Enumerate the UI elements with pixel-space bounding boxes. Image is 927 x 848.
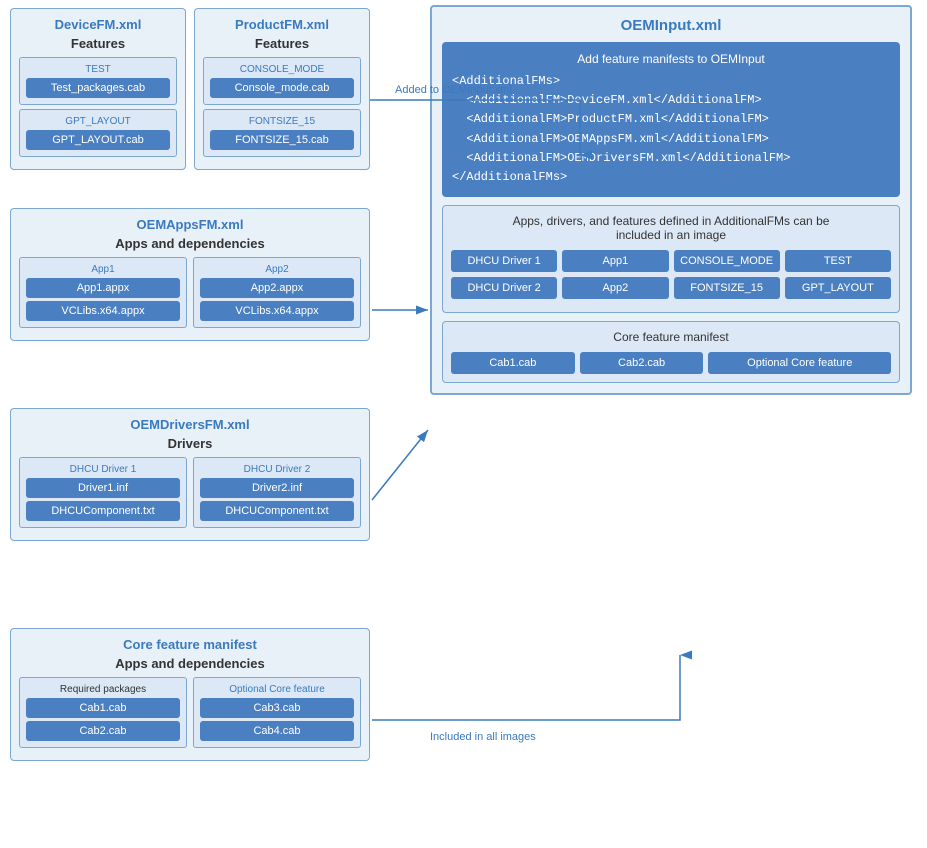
vclibs-x64-app2-btn[interactable]: VCLibs.x64.appx bbox=[200, 301, 354, 321]
test-grid-btn[interactable]: TEST bbox=[785, 250, 891, 272]
oemdrivers-fm-subtitle: Drivers bbox=[19, 436, 361, 451]
core-fm-box: Core feature manifest Apps and dependenc… bbox=[10, 628, 370, 761]
device-gpt-label: GPT_LAYOUT bbox=[26, 116, 170, 127]
oemdrivers-fm-box: OEMDriversFM.xml Drivers DHCU Driver 1 D… bbox=[10, 408, 370, 541]
product-fm-box: ProductFM.xml Features CONSOLE_MODE Cons… bbox=[194, 8, 370, 170]
top-fm-row: DeviceFM.xml Features TEST Test_packages… bbox=[10, 8, 370, 170]
diagram-container: DeviceFM.xml Features TEST Test_packages… bbox=[0, 0, 927, 848]
driver2-feature: DHCU Driver 2 Driver2.inf DHCUComponent.… bbox=[193, 457, 361, 528]
apps-section-title: Apps, drivers, and features defined in A… bbox=[451, 214, 891, 242]
cab2-btn[interactable]: Cab2.cab bbox=[26, 721, 180, 741]
product-feature-console: CONSOLE_MODE Console_mode.cab bbox=[203, 57, 361, 105]
optional-core-label: Optional Core feature bbox=[200, 684, 354, 695]
cab1-btn[interactable]: Cab1.cab bbox=[26, 698, 180, 718]
dhcu2-grid-btn[interactable]: DHCU Driver 2 bbox=[451, 277, 557, 299]
optional-core-feature: Optional Core feature Cab3.cab Cab4.cab bbox=[193, 677, 361, 748]
required-packages-label: Required packages bbox=[26, 684, 180, 695]
apps-grid-row2: DHCU Driver 2 App2 FONTSIZE_15 GPT_LAYOU… bbox=[451, 277, 891, 299]
dhcu-comp1-btn[interactable]: DHCUComponent.txt bbox=[26, 501, 180, 521]
product-fm-title: ProductFM.xml bbox=[203, 17, 361, 32]
optional-core-btn[interactable]: Optional Core feature bbox=[708, 352, 891, 374]
app1-label: App1 bbox=[26, 264, 180, 275]
core-fm-subtitle: Apps and dependencies bbox=[19, 656, 361, 671]
dhcu1-label: DHCU Driver 1 bbox=[26, 464, 180, 475]
fontsize-btn[interactable]: FONTSIZE_15.cab bbox=[210, 130, 354, 150]
cab4-btn[interactable]: Cab4.cab bbox=[200, 721, 354, 741]
driver2-inf-btn[interactable]: Driver2.inf bbox=[200, 478, 354, 498]
apps-drivers-section: Apps, drivers, and features defined in A… bbox=[442, 205, 900, 313]
core-grid: Cab1.cab Cab2.cab Optional Core feature bbox=[451, 352, 891, 374]
cab1-core-btn[interactable]: Cab1.cab bbox=[451, 352, 575, 374]
included-label: Included in all images bbox=[430, 731, 536, 743]
device-fm-box: DeviceFM.xml Features TEST Test_packages… bbox=[10, 8, 186, 170]
app2-feature: App2 App2.appx VCLibs.x64.appx bbox=[193, 257, 361, 328]
device-fm-subtitle: Features bbox=[19, 36, 177, 51]
cab3-btn[interactable]: Cab3.cab bbox=[200, 698, 354, 718]
app2-label: App2 bbox=[200, 264, 354, 275]
dhcu-comp2-btn[interactable]: DHCUComponent.txt bbox=[200, 501, 354, 521]
fontsize-grid-btn[interactable]: FONTSIZE_15 bbox=[674, 277, 780, 299]
device-fm-title: DeviceFM.xml bbox=[19, 17, 177, 32]
addfm-section: Add feature manifests to OEMInput <Addit… bbox=[442, 42, 900, 197]
app2-grid-btn[interactable]: App2 bbox=[562, 277, 668, 299]
product-feature-fontsize: FONTSIZE_15 FONTSIZE_15.cab bbox=[203, 109, 361, 157]
product-fm-subtitle: Features bbox=[203, 36, 361, 51]
test-packages-btn[interactable]: Test_packages.cab bbox=[26, 78, 170, 98]
console-mode-btn[interactable]: Console_mode.cab bbox=[210, 78, 354, 98]
console-mode-grid-btn[interactable]: CONSOLE_MODE bbox=[674, 250, 780, 272]
addfm-header: Add feature manifests to OEMInput bbox=[452, 52, 890, 66]
app1-appx-btn[interactable]: App1.appx bbox=[26, 278, 180, 298]
core-section-title: Core feature manifest bbox=[451, 330, 891, 344]
addfm-code: <AdditionalFMs> <AdditionalFM>DeviceFM.x… bbox=[452, 72, 890, 187]
vclibs-x64-app1-btn[interactable]: VCLibs.x64.appx bbox=[26, 301, 180, 321]
app1-feature: App1 App1.appx VCLibs.x64.appx bbox=[19, 257, 187, 328]
product-fontsize-label: FONTSIZE_15 bbox=[210, 116, 354, 127]
app2-appx-btn[interactable]: App2.appx bbox=[200, 278, 354, 298]
drivers-two-col: DHCU Driver 1 Driver1.inf DHCUComponent.… bbox=[19, 457, 361, 532]
driver1-feature: DHCU Driver 1 Driver1.inf DHCUComponent.… bbox=[19, 457, 187, 528]
required-packages-feature: Required packages Cab1.cab Cab2.cab bbox=[19, 677, 187, 748]
oeminput-title: OEMInput.xml bbox=[442, 17, 900, 34]
core-feature-section: Core feature manifest Cab1.cab Cab2.cab … bbox=[442, 321, 900, 383]
gpt-layout-grid-btn[interactable]: GPT_LAYOUT bbox=[785, 277, 891, 299]
oeminput-box: OEMInput.xml Add feature manifests to OE… bbox=[430, 5, 912, 395]
core-two-col: Required packages Cab1.cab Cab2.cab Opti… bbox=[19, 677, 361, 752]
app1-grid-btn[interactable]: App1 bbox=[562, 250, 668, 272]
dhcu1-grid-btn[interactable]: DHCU Driver 1 bbox=[451, 250, 557, 272]
oemapps-two-col: App1 App1.appx VCLibs.x64.appx App2 App2… bbox=[19, 257, 361, 332]
device-feature-test: TEST Test_packages.cab bbox=[19, 57, 177, 105]
dhcu2-label: DHCU Driver 2 bbox=[200, 464, 354, 475]
device-test-label: TEST bbox=[26, 64, 170, 75]
apps-grid-row1: DHCU Driver 1 App1 CONSOLE_MODE TEST bbox=[451, 250, 891, 272]
oemapps-fm-title: OEMAppsFM.xml bbox=[19, 217, 361, 232]
oemdrivers-fm-title: OEMDriversFM.xml bbox=[19, 417, 361, 432]
product-console-label: CONSOLE_MODE bbox=[210, 64, 354, 75]
oemapps-fm-box: OEMAppsFM.xml Apps and dependencies App1… bbox=[10, 208, 370, 341]
core-fm-title: Core feature manifest bbox=[19, 637, 361, 652]
device-feature-gpt: GPT_LAYOUT GPT_LAYOUT.cab bbox=[19, 109, 177, 157]
driver1-inf-btn[interactable]: Driver1.inf bbox=[26, 478, 180, 498]
gpt-layout-btn[interactable]: GPT_LAYOUT.cab bbox=[26, 130, 170, 150]
cab2-core-btn[interactable]: Cab2.cab bbox=[580, 352, 704, 374]
oemapps-fm-subtitle: Apps and dependencies bbox=[19, 236, 361, 251]
